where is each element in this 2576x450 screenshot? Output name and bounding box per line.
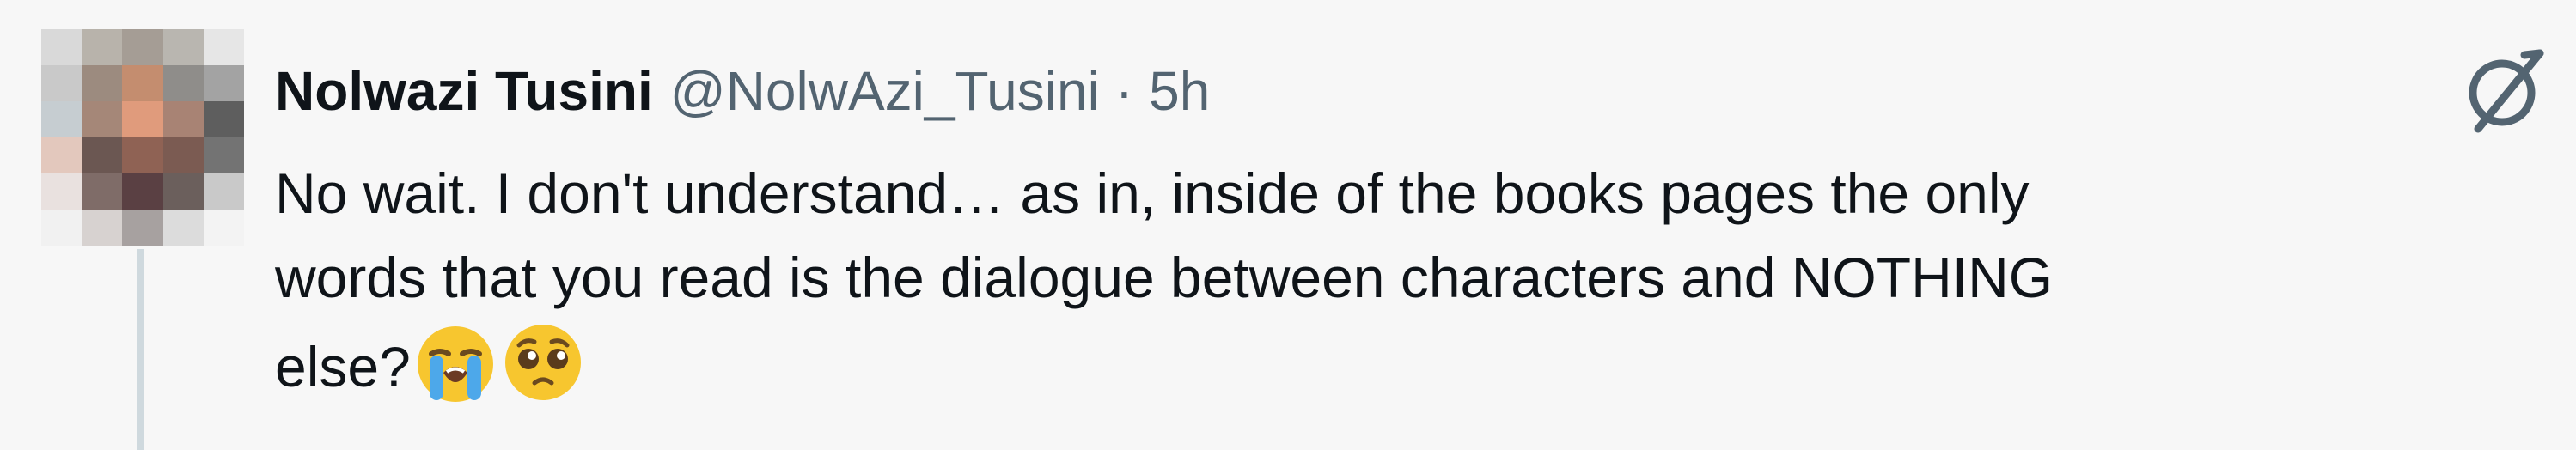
tweet-text: No wait. I don't understand… as in, insi… [275, 151, 2526, 409]
thread-line [137, 249, 144, 450]
tweet-card[interactable]: Nolwazi Tusini @NolwAzi_Tusini · 5h No w… [0, 0, 2576, 450]
separator-dot: · [1114, 60, 1134, 122]
avatar[interactable] [41, 29, 244, 246]
author-name[interactable]: Nolwazi Tusini [275, 57, 653, 125]
pleading-face-emoji [504, 325, 581, 400]
tweet-line-3: else? [275, 319, 2526, 409]
author-handle[interactable]: @NolwAzi_Tusini [670, 57, 1100, 125]
grok-slash-icon[interactable] [2457, 43, 2552, 137]
timestamp[interactable]: 5h [1149, 57, 1210, 125]
tweet-line-1: No wait. I don't understand… as in, insi… [275, 161, 2030, 225]
loudly-crying-face-emoji [417, 326, 493, 402]
tweet-line-2: words that you read is the dialogue betw… [275, 246, 2054, 309]
tweet-line-3-text: else? [275, 335, 411, 398]
tweet-header: Nolwazi Tusini @NolwAzi_Tusini · 5h [275, 57, 1210, 125]
